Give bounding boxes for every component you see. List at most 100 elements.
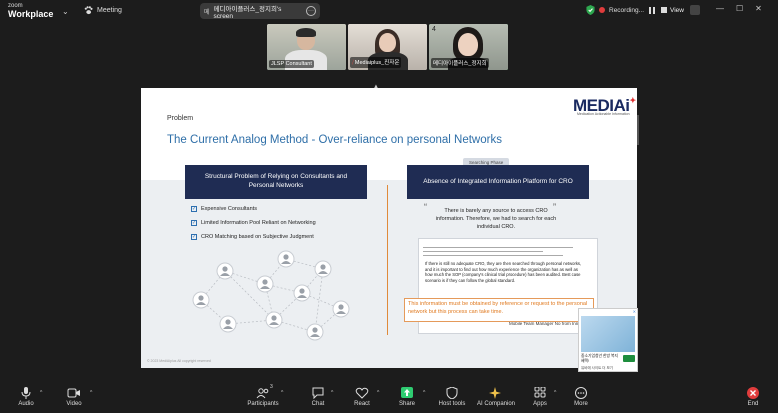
network-nodes xyxy=(192,250,350,341)
person-node-icon xyxy=(265,311,283,329)
person-node-icon xyxy=(192,291,210,309)
participant-face xyxy=(458,33,478,56)
meeting-toolbar: Audio ^ Video ^ Participants 3 ^ Chat ^ … xyxy=(0,384,778,413)
brand-main-label: Workplace xyxy=(8,9,54,19)
audio-options-caret-icon[interactable]: ^ xyxy=(40,390,42,396)
checklist-item: ✓ Limited Information Pool Reliant on Net… xyxy=(191,220,316,226)
more-button[interactable]: More xyxy=(556,387,606,407)
screen-share-indicator[interactable]: 메 메디아이플러스_정지희's screen ··· xyxy=(200,3,320,20)
chat-label: Chat xyxy=(311,401,325,407)
checkbox-checked-icon: ✓ xyxy=(191,206,197,212)
stop-recording-icon[interactable] xyxy=(660,6,668,14)
checklist: ✓ Expensive Consultants ✓ Limited Informat… xyxy=(191,206,316,248)
apps-grid-icon xyxy=(534,387,546,398)
share-lang-badge: 메 xyxy=(204,9,210,16)
end-meeting-button[interactable]: End xyxy=(728,387,778,407)
checklist-item: ✓ CRO Matching based on Subjective Judgme… xyxy=(191,234,316,240)
window-controls: — ☐ ✕ xyxy=(716,4,762,13)
participant-tile-active[interactable]: 4 메디아이플러스_정지희 xyxy=(429,24,508,70)
more-label: More xyxy=(574,401,588,407)
share-label: Share xyxy=(398,401,415,407)
checkbox-checked-icon: ✓ xyxy=(191,234,197,240)
checklist-item-label: CRO Matching based on Subjective Judgmen… xyxy=(201,234,314,240)
sparkle-icon xyxy=(489,387,501,399)
share-caret-icon[interactable]: ^ xyxy=(423,390,425,396)
slide-section-label: Problem xyxy=(167,115,194,122)
maximize-icon[interactable]: ☐ xyxy=(736,4,743,13)
ad-image[interactable] xyxy=(581,316,635,352)
shield-check-icon xyxy=(586,5,595,15)
logo-star-icon: ✦ xyxy=(629,96,637,105)
slide-title: The Current Analog Method - Over-relianc… xyxy=(167,134,502,146)
chat-caret-icon[interactable]: ^ xyxy=(331,390,333,396)
meeting-button[interactable]: Meeting xyxy=(84,6,122,15)
participant-tile[interactable]: ⧸Mediaiplus_진자운 xyxy=(348,24,427,70)
video-options-caret-icon[interactable]: ^ xyxy=(90,390,92,396)
left-column-header: Structural Problem of Relying on Consult… xyxy=(185,165,367,199)
screen-scrollbar[interactable] xyxy=(637,115,639,145)
heart-icon xyxy=(355,387,369,399)
shared-screen: MEDIAi✦ Medication Actionable Informatio… xyxy=(141,88,637,368)
top-bar: zoom Workplace ⌄ Meeting 메 메디아이플러스_정지희's… xyxy=(0,0,778,24)
participants-label: Participants xyxy=(247,401,279,407)
zoom-workplace-logo[interactable]: zoom Workplace xyxy=(8,3,53,19)
person-node-icon xyxy=(256,275,274,293)
open-quote-icon: “ xyxy=(424,202,427,212)
checklist-item-label: Limited Information Pool Reliant on Netw… xyxy=(201,220,316,226)
share-screen-icon xyxy=(401,387,413,398)
view-button[interactable]: View xyxy=(670,5,700,15)
chevron-down-icon[interactable]: ⌄ xyxy=(62,7,69,16)
participant-name-text: Mediaiplus_진자운 xyxy=(354,60,400,66)
more-dots-icon xyxy=(575,387,587,399)
close-icon[interactable]: ✕ xyxy=(755,4,762,13)
more-options-icon[interactable]: ··· xyxy=(306,6,316,16)
participants-icon xyxy=(256,388,269,399)
paw-icon xyxy=(84,6,93,15)
minimize-icon[interactable]: — xyxy=(716,4,724,13)
chat-bubble-icon xyxy=(312,387,324,399)
right-column-header: Absence of Integrated Information Platfo… xyxy=(407,165,589,199)
participant-hair xyxy=(296,28,316,37)
participant-name: ⧸Mediaiplus_진자운 xyxy=(350,57,402,68)
react-caret-icon[interactable]: ^ xyxy=(377,390,379,396)
shield-icon xyxy=(446,387,458,399)
participants-count-badge: 3 xyxy=(270,384,273,390)
slide-copyright: © 2023 MediAiplus All copyright reserved xyxy=(147,359,211,363)
participant-name: JLSP Consultant xyxy=(269,60,314,68)
column-divider xyxy=(387,185,388,335)
react-label: React xyxy=(354,401,370,407)
meeting-label: Meeting xyxy=(97,7,122,14)
person-node-icon xyxy=(219,315,237,333)
checklist-item: ✓ Expensive Consultants xyxy=(191,206,316,212)
person-node-icon xyxy=(306,323,324,341)
participant-name: 메디아이플러스_정지희 xyxy=(431,58,489,68)
view-grid-icon xyxy=(689,5,700,15)
document-text: If there is still no adequate CRO, they … xyxy=(425,261,582,284)
share-owner-label: 메디아이플러스_정지희's screen xyxy=(213,5,282,20)
participants-caret-icon[interactable]: ^ xyxy=(281,390,283,396)
recording-label: Recording... xyxy=(609,6,645,14)
recording-indicator: Recording... xyxy=(586,5,668,15)
logo-subtitle: Medication Actionable Information xyxy=(577,112,630,116)
checkbox-checked-icon: ✓ xyxy=(191,220,197,226)
document-header-lines xyxy=(423,245,593,259)
mic-muted-icon: ⧸ xyxy=(352,60,354,66)
end-call-icon xyxy=(747,387,759,399)
person-node-icon xyxy=(293,284,311,302)
zoom-window: zoom Workplace ⌄ Meeting 메 메디아이플러스_정지희's… xyxy=(0,0,778,413)
chat-button[interactable]: Chat xyxy=(293,387,343,407)
person-node-icon xyxy=(332,300,350,318)
pause-recording-icon[interactable] xyxy=(648,6,656,14)
network-diagram xyxy=(192,250,350,341)
audio-button[interactable]: Audio xyxy=(1,387,51,407)
microphone-icon xyxy=(21,387,31,399)
participant-tile[interactable]: JLSP Consultant xyxy=(267,24,346,70)
react-button[interactable]: React xyxy=(337,387,387,407)
end-label: End xyxy=(747,401,759,407)
ad-popup[interactable]: Ad ✕ 중소기업청년 한방 복지혜택! 유비에 사이트 더 보기 xyxy=(578,308,638,372)
video-label: Video xyxy=(66,401,82,407)
ad-cta-button[interactable] xyxy=(623,355,635,362)
ad-close-icon[interactable]: ✕ xyxy=(633,309,636,314)
ad-footer-link[interactable]: 유비에 사이트 더 보기 xyxy=(581,366,613,371)
person-node-icon xyxy=(216,262,234,280)
